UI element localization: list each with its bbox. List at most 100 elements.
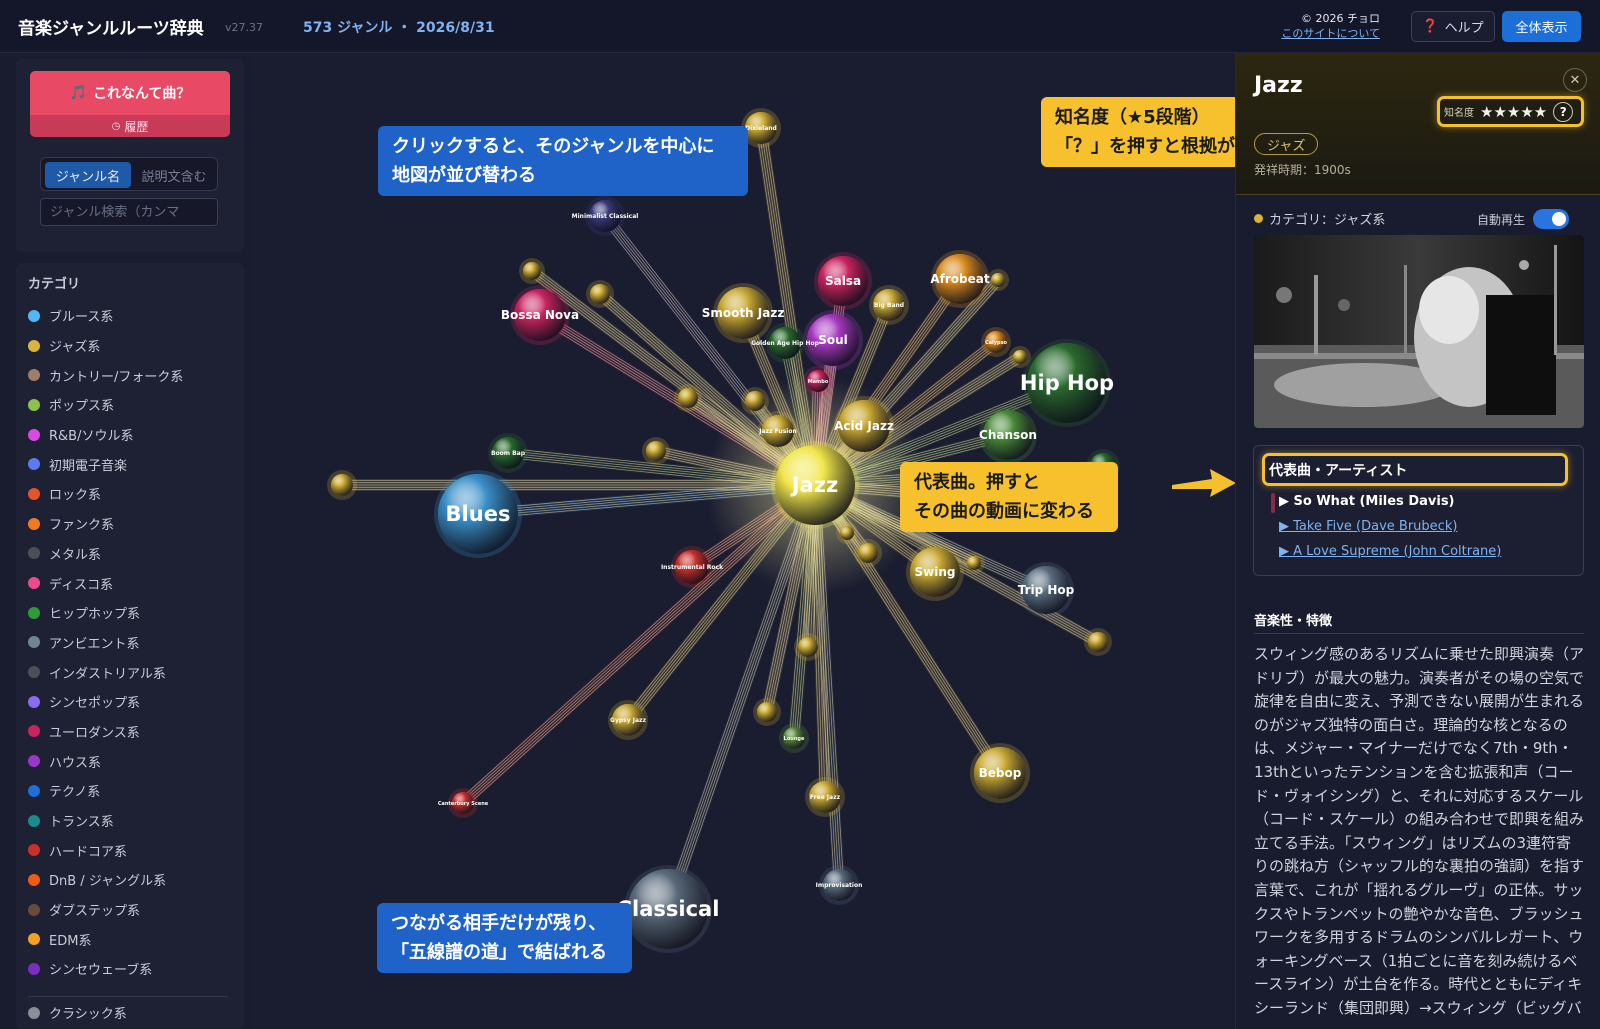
category-legend: カテゴリ ブルース系 ジャズ系 カントリー/フォーク系 ポップス系 R&B/ソウル系 初期… [16,263,244,1029]
category-item[interactable]: ディスコ系 [28,568,234,598]
genre-node[interactable] [741,387,769,415]
video-player[interactable] [1254,235,1584,428]
genre-node[interactable]: Swing [906,543,964,601]
category-item[interactable]: カントリー/フォーク系 [28,360,234,390]
fame-label: 知名度 [1444,108,1474,119]
fame-rating: 知名度 ★★★★★ ? [1437,96,1584,127]
app-version: v27.37 [225,21,264,34]
genre-node[interactable]: Classical [617,865,720,953]
genre-search-input[interactable] [40,198,218,226]
genre-node[interactable]: Jazz [771,441,859,529]
category-item[interactable]: 初期電子音楽 [28,449,234,479]
genre-node[interactable] [642,437,670,465]
genre-node[interactable] [963,552,985,574]
genre-node[interactable] [519,258,545,284]
category-item[interactable]: アンビエント系 [28,628,234,658]
genre-node-label: Boom Bap [491,450,526,457]
genre-node[interactable]: Acid Jazz [834,396,894,456]
category-label: カテゴリ：ジャズ系 [1269,213,1386,228]
category-item[interactable]: ジャズ系 [28,331,234,361]
category-label: DnB / ジャングル系 [49,874,167,890]
genre-node[interactable] [836,522,858,544]
genre-node[interactable] [794,633,822,661]
category-item[interactable]: ダブステップ系 [28,895,234,925]
genre-node[interactable]: Big Band [869,285,909,325]
genre-node-label: Classical [617,897,720,921]
genre-hero: Jazz ジャズ 発祥時期：1900s ✕ 知名度 ★★★★★ ? [1236,53,1600,195]
category-item[interactable]: テクノ系 [28,776,234,806]
category-label: カントリー/フォーク系 [49,369,184,385]
fame-info-button[interactable]: ? [1553,101,1574,122]
category-item[interactable]: R&B/ソウル系 [28,420,234,450]
genre-node-label: Free Jazz [810,794,841,801]
genre-node-label: Dixieland [745,125,777,132]
category-item[interactable]: EDM系 [28,924,234,954]
genre-node[interactable]: Blues [434,470,522,558]
genre-node[interactable]: Gypsy Jazz [608,700,648,740]
category-item[interactable]: シンセウェーブ系 [28,954,234,984]
track-link[interactable]: ▶ Take Five (Dave Brubeck) [1279,519,1457,534]
category-label: ユーロダンス系 [49,725,140,741]
category-item[interactable]: ヒップホップ系 [28,598,234,628]
genre-node[interactable] [674,384,702,412]
category-item[interactable]: ユーロダンス系 [28,717,234,747]
category-label: ヒップホップ系 [49,607,141,623]
history-button[interactable]: ◷ 履歴 [30,115,230,137]
category-item-classical[interactable]: クラシック系 [28,1003,127,1022]
genre-node[interactable]: Lounge [779,723,809,753]
genre-node-label: Smooth Jazz [702,306,785,320]
what-song-label: これなんて曲？ [93,86,191,102]
genre-node[interactable]: Boom Bap [488,433,528,473]
genre-map-canvas[interactable]: Blues Hip Hop Soul Salsa Afrobeat Swing Bebop C… [250,53,1235,1029]
category-item[interactable]: シンセポップ系 [28,687,234,717]
tab-include-description[interactable]: 説明文含む [133,162,215,188]
category-label: アンビエント系 [49,636,140,652]
genre-node-label: Blues [446,502,511,526]
category-item[interactable]: ハウス系 [28,746,234,776]
genre-node-label: Jazz Fusion [758,428,796,435]
genre-node[interactable]: Trip Hop [1018,562,1075,618]
genre-map[interactable]: Blues Hip Hop Soul Salsa Afrobeat Swing Bebop C… [250,53,1235,1029]
genre-node-label: Afrobeat [930,272,989,286]
help-button[interactable]: ❓ ヘルプ [1411,11,1495,42]
category-item[interactable]: DnB / ジャングル系 [28,865,234,895]
genre-node[interactable] [586,280,614,308]
genre-node[interactable]: Bebop [970,743,1030,803]
genre-node[interactable] [987,269,1009,291]
category-item[interactable]: ポップス系 [28,390,234,420]
category-item[interactable]: ハードコア系 [28,835,234,865]
category-item[interactable]: メタル系 [28,539,234,569]
show-all-button[interactable]: 全体表示 [1502,11,1581,42]
genre-node-label: Bossa Nova [501,308,579,322]
genre-node[interactable] [327,470,357,500]
genre-node[interactable]: Jazz Fusion [758,411,798,451]
track-link[interactable]: ▶ So What (Miles Davis) [1279,494,1455,509]
category-item[interactable]: トランス系 [28,806,234,836]
genre-node[interactable]: Mambo [803,366,833,396]
genre-node[interactable] [753,698,781,726]
category-label: トランス系 [49,815,114,831]
arrow-to-tracks-icon [1172,469,1235,497]
tab-genre-name[interactable]: ジャンル名 [45,162,131,188]
about-link[interactable]: このサイトについて [1250,26,1380,41]
genre-node[interactable] [854,539,882,567]
category-item[interactable]: ファンク系 [28,509,234,539]
tracks-title: 代表曲・アーティスト [1262,453,1568,486]
close-icon[interactable]: ✕ [1563,68,1587,92]
genre-node[interactable]: Improvisation [816,865,863,905]
genre-node-label: Bebop [979,766,1022,780]
genre-node[interactable]: Calypso [981,327,1011,357]
category-dot [28,428,40,441]
genre-node[interactable]: Chanson [979,406,1037,464]
category-item[interactable]: ブルース系 [28,301,234,331]
genre-node[interactable]: Salsa [814,252,872,310]
track-link[interactable]: ▶ A Love Supreme (John Coltrane) [1279,544,1501,559]
category-item[interactable]: ロック系 [28,479,234,509]
category-item[interactable]: インダストリアル系 [28,657,234,687]
genre-node[interactable] [1084,628,1112,656]
genre-node[interactable]: Hip Hop [1020,339,1114,427]
genre-node[interactable]: Minimalist Classical [572,196,639,236]
what-song-button[interactable]: 🎵 これなんて曲？ [30,71,230,115]
genre-node[interactable]: Free Jazz [805,777,845,817]
autoplay-toggle[interactable] [1533,209,1570,229]
